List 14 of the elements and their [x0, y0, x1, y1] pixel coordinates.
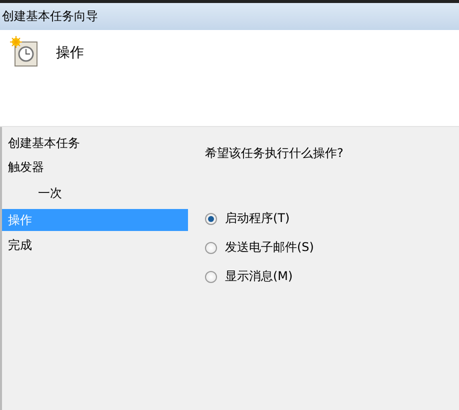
window-title: 创建基本任务向导: [2, 8, 98, 25]
sidebar-item[interactable]: 完成: [2, 233, 188, 257]
sidebar-item[interactable]: 创建基本任务: [2, 131, 188, 155]
sidebar-item[interactable]: 一次: [2, 179, 188, 207]
radio-button[interactable]: [205, 270, 217, 282]
option-label[interactable]: 发送电子邮件(S): [225, 239, 314, 256]
option-label[interactable]: 启动程序(T): [225, 210, 290, 227]
option-label[interactable]: 显示消息(M): [225, 268, 293, 285]
page-heading: 操作: [56, 44, 84, 62]
radio-button[interactable]: [205, 212, 217, 224]
question-text: 希望该任务执行什么操作?: [205, 145, 344, 162]
sidebar-item[interactable]: 触发器: [2, 155, 188, 179]
calendar-clock-icon: [10, 36, 40, 68]
radio-button[interactable]: [205, 242, 217, 254]
